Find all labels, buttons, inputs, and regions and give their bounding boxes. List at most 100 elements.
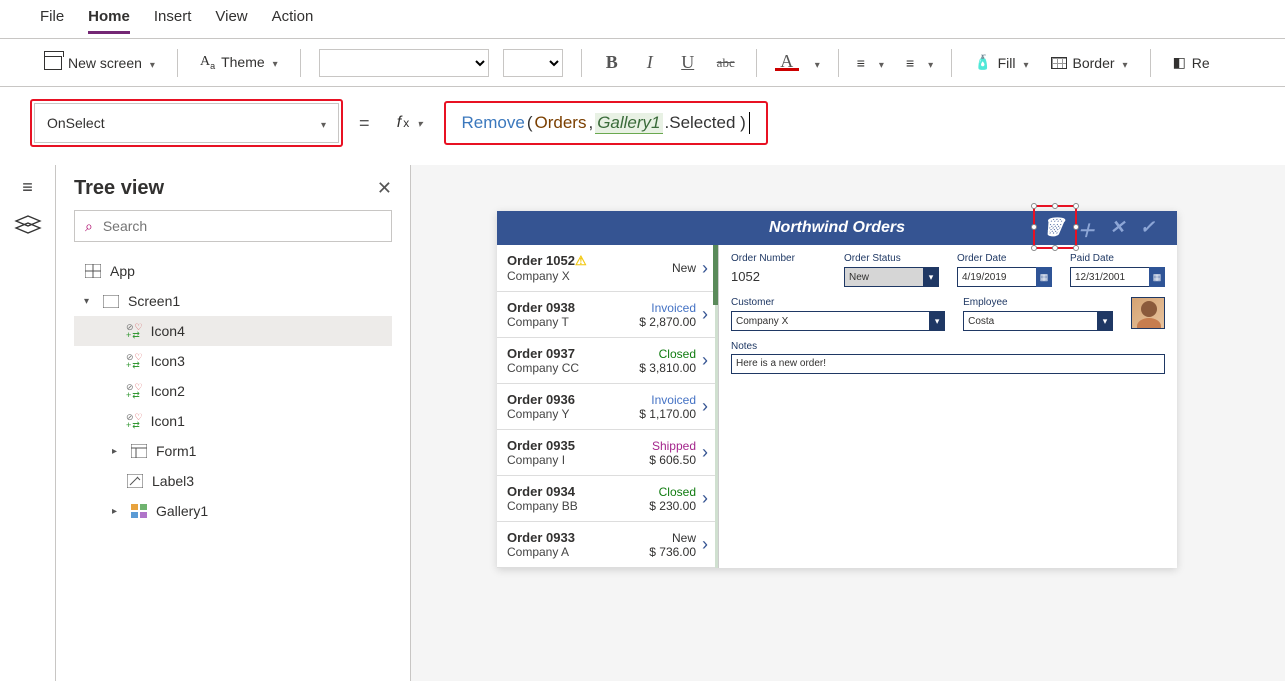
tree-node-form1[interactable]: ▸ Form1 [74,436,392,466]
app-title-bar: Northwind Orders 🗑 ＋ ✕ ✓ [497,211,1177,245]
align-chevron[interactable] [877,55,884,71]
fill-icon: 🧴 [974,54,991,71]
formula-gallery: Gallery1 [595,113,662,134]
paid-date-value: 12/31/2001 [1075,272,1125,283]
search-input[interactable] [101,217,381,235]
formula-open: ( [527,113,533,133]
tree-node-label: Label3 [152,473,194,489]
menu-insert[interactable]: Insert [154,8,192,34]
new-screen-button[interactable]: New screen [40,51,159,75]
order-date-picker[interactable]: 4/19/2019▦ [957,267,1052,287]
tree-node-icon3[interactable]: ⊘♡+⇄ Icon3 [74,346,392,376]
employee-value: Costa [968,316,994,327]
gallery-row[interactable]: Order 0938Company TInvoiced$ 2,870.00› [497,292,718,338]
font-family-select[interactable] [319,49,489,77]
formula-datasource: Orders [535,113,587,133]
valign-chevron[interactable] [926,55,933,71]
gallery-row[interactable]: Order 0937Company CCClosed$ 3,810.00› [497,338,718,384]
amount-text: $ 606.50 [649,453,696,467]
formula-comma: , [588,113,593,133]
chevron-right-icon: › [702,488,708,509]
menu-file[interactable]: File [40,8,64,34]
search-icon: ⌕ [85,218,93,235]
formula-fn: Remove [462,113,525,133]
canvas[interactable]: Northwind Orders 🗑 ＋ ✕ ✓ Order 1052⚠Comp… [411,165,1285,681]
border-button[interactable]: Border [1047,51,1132,75]
tree-node-app[interactable]: App [74,256,392,286]
menu-view[interactable]: View [215,8,247,34]
gallery-row[interactable]: Order 0934Company BBClosed$ 230.00› [497,476,718,522]
tree-node-label: Icon4 [151,323,185,339]
tree-node-label: Form1 [156,443,196,459]
tree-node-screen1[interactable]: ▾ Screen1 [74,286,392,316]
tree-node-icon4[interactable]: ⊘♡+⇄ Icon4 [74,316,392,346]
calendar-icon: ▦ [1149,267,1165,287]
tree-search[interactable]: ⌕ [74,210,392,242]
gallery-row[interactable]: Order 0935Company IShipped$ 606.50› [497,430,718,476]
tree-node-icon1[interactable]: ⊘♡+⇄ Icon1 [74,406,392,436]
hamburger-icon[interactable]: ≡ [22,177,33,198]
notes-value: Here is a new order! [736,358,826,369]
company-name: Company I [507,453,626,467]
menu-home[interactable]: Home [88,8,130,34]
bold-button[interactable]: B [600,52,624,73]
underline-button[interactable]: U [676,52,700,73]
tree-node-icon2[interactable]: ⊘♡+⇄ Icon2 [74,376,392,406]
property-selector[interactable]: OnSelect [34,103,339,143]
screen-icon [102,293,120,309]
plus-icon[interactable]: ＋ [1077,217,1095,243]
menu-action[interactable]: Action [272,8,314,34]
status-text: Shipped [626,439,696,453]
chevron-down-icon [271,54,278,70]
cancel-icon[interactable]: ✕ [1110,217,1125,238]
caret-right-icon[interactable]: ▸ [112,446,122,457]
italic-button[interactable]: I [638,52,662,73]
employee-select[interactable]: Costa▾ [963,311,1113,331]
chevron-right-icon: › [702,258,708,279]
notes-input[interactable]: Here is a new order! [731,354,1165,374]
check-icon[interactable]: ✓ [1140,217,1155,238]
border-icon [1051,57,1067,69]
fill-button[interactable]: 🧴 Fill [970,50,1032,75]
formula-input[interactable]: Remove( Orders, Gallery1.Selected ) [448,103,764,143]
order-id: Order 0936 [507,392,575,407]
tree-node-label: App [110,263,135,279]
scrollbar-thumb[interactable] [713,245,718,305]
gallery-row[interactable]: Order 1052⚠Company XNew› [497,245,718,292]
align-button[interactable]: ≡ [857,55,863,71]
chevron-down-icon: ▾ [923,267,939,287]
chevron-right-icon: › [702,534,708,555]
order-id: Order 0935 [507,438,575,453]
caret-right-icon[interactable]: ▸ [112,506,122,517]
paid-date-picker[interactable]: 12/31/2001 ▦ [1070,267,1165,287]
company-name: Company BB [507,499,626,513]
tree-node-label3[interactable]: Label3 [74,466,392,496]
font-color-chevron[interactable] [813,55,820,71]
orders-gallery[interactable]: Order 1052⚠Company XNew›Order 0938Compan… [497,245,719,568]
company-name: Company T [507,315,626,329]
reorder-button[interactable]: ◧ Re [1169,50,1214,75]
tree-view-rail-icon[interactable] [16,216,40,234]
notes-label: Notes [731,341,1165,352]
close-icon[interactable]: ✕ [377,178,392,199]
order-number-value: 1052 [731,267,826,286]
order-id: Order 0934 [507,484,575,499]
theme-button[interactable]: Aa Theme [196,50,282,75]
order-status-select[interactable]: New▾ [844,267,939,287]
screen-icon [44,56,62,70]
valign-button[interactable]: ≡ [906,55,912,71]
fx-button[interactable]: fx [386,104,434,142]
tree-node-gallery1[interactable]: ▸ Gallery1 [74,496,392,526]
font-color-button[interactable]: A [775,54,799,71]
trash-icon[interactable]: 🗑 [1042,217,1065,238]
employee-label: Employee [963,297,1113,308]
caret-down-icon[interactable]: ▾ [84,296,94,307]
customer-select[interactable]: Company X▾ [731,311,945,331]
reorder-icon: ◧ [1173,54,1186,71]
amount-text: $ 230.00 [649,499,696,513]
gallery-row[interactable]: Order 0933Company ANew$ 736.00› [497,522,718,568]
strike-button[interactable]: abc [714,55,738,71]
gallery-row[interactable]: Order 0936Company YInvoiced$ 1,170.00› [497,384,718,430]
new-screen-label: New screen [68,55,142,71]
font-size-select[interactable] [503,49,563,77]
